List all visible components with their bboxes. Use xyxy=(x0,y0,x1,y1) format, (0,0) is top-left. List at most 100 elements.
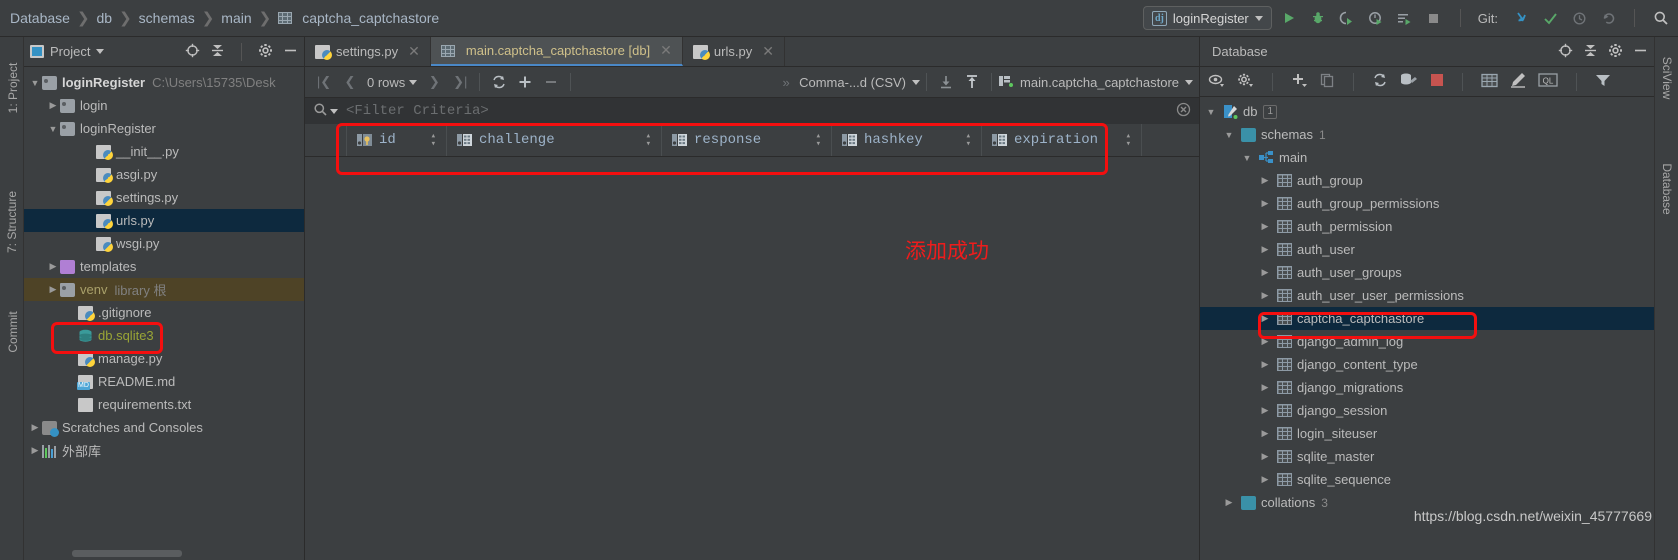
sort-toggle-icon[interactable]: ▴ ▾ xyxy=(646,132,651,149)
chevron-right-icon[interactable]: ▶ xyxy=(28,422,42,433)
overflow-icon[interactable]: » xyxy=(773,71,799,93)
debug-icon[interactable] xyxy=(1309,9,1327,27)
first-page-icon[interactable]: |❮ xyxy=(311,71,337,93)
chevron-right-icon[interactable]: ▶ xyxy=(1258,336,1272,347)
last-page-icon[interactable]: ❯| xyxy=(447,71,473,93)
database-tree-item[interactable]: ▶ django_migrations xyxy=(1200,376,1654,399)
data-source-properties-icon[interactable] xyxy=(1400,72,1418,91)
project-tree-item[interactable]: ▶ venv library 根 xyxy=(24,278,304,301)
database-tree-item[interactable]: ▼ db 1 xyxy=(1200,100,1654,123)
project-tree-item[interactable]: ▶ 外部库 xyxy=(24,439,304,462)
project-tree-item[interactable]: ▼ loginRegister xyxy=(24,117,304,140)
chevron-down-icon[interactable]: ▼ xyxy=(1204,107,1218,117)
stop-icon[interactable] xyxy=(1430,73,1444,90)
project-tree-item[interactable]: wsgi.py xyxy=(24,232,304,255)
chevron-right-icon[interactable]: ▶ xyxy=(1258,244,1272,255)
git-rollback-icon[interactable] xyxy=(1599,9,1617,27)
git-history-icon[interactable] xyxy=(1570,9,1588,27)
project-tree-item[interactable]: ▶ templates xyxy=(24,255,304,278)
chevron-down-icon[interactable]: ▼ xyxy=(1240,153,1254,163)
reload-icon[interactable] xyxy=(486,71,512,93)
database-tree-item[interactable]: ▶ auth_permission xyxy=(1200,215,1654,238)
project-tree-item[interactable]: asgi.py xyxy=(24,163,304,186)
chevron-right-icon[interactable]: ▶ xyxy=(1222,497,1236,508)
run-configuration-selector[interactable]: dj loginRegister xyxy=(1142,6,1272,30)
copy-icon[interactable] xyxy=(1320,73,1335,91)
hide-icon[interactable] xyxy=(283,43,298,61)
breadcrumb-item-main[interactable]: main xyxy=(221,10,251,26)
project-tree-item[interactable]: db.sqlite3 xyxy=(24,324,304,347)
tool-button-commit[interactable]: Commit xyxy=(6,297,20,367)
stop-icon[interactable] xyxy=(1425,9,1443,27)
chevron-right-icon[interactable]: ▶ xyxy=(1258,221,1272,232)
locate-icon[interactable] xyxy=(185,43,200,61)
database-tree-item[interactable]: ▶ django_session xyxy=(1200,399,1654,422)
database-tree-item[interactable]: ▶ login_siteuser xyxy=(1200,422,1654,445)
sort-toggle-icon[interactable]: ▴ ▾ xyxy=(431,132,436,149)
breadcrumb-item-db[interactable]: db xyxy=(97,10,113,26)
project-tree-item[interactable]: requirements.txt xyxy=(24,393,304,416)
project-tree-item[interactable]: ▶ login xyxy=(24,94,304,117)
database-tree[interactable]: ▼ db 1 ▼ schemas 1 ▼ main ▶ auth_group ▶ auth_group… xyxy=(1200,97,1654,559)
chevron-down-icon[interactable] xyxy=(330,108,338,114)
close-icon[interactable]: ✕ xyxy=(408,43,420,60)
modify-icon[interactable] xyxy=(1510,72,1526,91)
chevron-right-icon[interactable]: ▶ xyxy=(28,445,42,456)
project-tree-item[interactable]: manage.py xyxy=(24,347,304,370)
chevron-down-icon[interactable]: ▼ xyxy=(28,78,42,88)
run-with-console-icon[interactable] xyxy=(1396,9,1414,27)
delete-row-icon[interactable] xyxy=(538,71,564,93)
chevron-down-icon[interactable] xyxy=(96,49,105,54)
run-icon[interactable] xyxy=(1280,9,1298,27)
project-tree-item[interactable]: README.md xyxy=(24,370,304,393)
filter-icon[interactable] xyxy=(1595,73,1611,91)
grid-column-header-cell[interactable]: id ▴ ▾ xyxy=(347,124,447,156)
tool-button-sciview[interactable]: SciView xyxy=(1660,38,1674,118)
database-tree-item[interactable]: ▼ main xyxy=(1200,146,1654,169)
tool-button-database[interactable]: Database xyxy=(1660,149,1674,229)
chevron-right-icon[interactable]: ▶ xyxy=(1258,290,1272,301)
project-tree-item[interactable]: __init__.py xyxy=(24,140,304,163)
grid-column-header-cell[interactable]: expiration ▴ ▾ xyxy=(982,124,1142,156)
gear-icon[interactable] xyxy=(258,43,273,61)
database-tree-item[interactable]: ▼ schemas 1 xyxy=(1200,123,1654,146)
chevron-right-icon[interactable]: ▶ xyxy=(1258,474,1272,485)
query-console-icon[interactable]: QL xyxy=(1538,72,1558,91)
import-icon[interactable] xyxy=(933,71,959,93)
project-tree-item[interactable]: .gitignore xyxy=(24,301,304,324)
row-count-label[interactable]: 0 rows xyxy=(363,75,421,90)
close-icon[interactable] xyxy=(1176,102,1191,120)
editor-tab[interactable]: main.captcha_captchastore [db] ✕ xyxy=(430,37,683,66)
database-tree-item[interactable]: ▶ auth_user xyxy=(1200,238,1654,261)
close-icon[interactable]: ✕ xyxy=(762,43,774,60)
locate-icon[interactable] xyxy=(1558,43,1573,61)
chevron-right-icon[interactable]: ▶ xyxy=(1258,382,1272,393)
schema-selector[interactable]: main.captcha_captchastore xyxy=(998,74,1193,91)
tool-button-project[interactable]: 1: Project xyxy=(6,53,20,123)
chevron-right-icon[interactable]: ▶ xyxy=(1258,175,1272,186)
horizontal-scrollbar[interactable] xyxy=(72,550,182,557)
chevron-down-icon[interactable]: ▼ xyxy=(46,124,60,134)
sort-toggle-icon[interactable]: ▴ ▾ xyxy=(816,132,821,149)
chevron-right-icon[interactable]: ▶ xyxy=(1258,313,1272,324)
settings-icon[interactable] xyxy=(1237,73,1254,91)
chevron-right-icon[interactable]: ▶ xyxy=(46,100,60,111)
chevron-right-icon[interactable]: ▶ xyxy=(46,284,60,295)
database-tree-item[interactable]: ▶ sqlite_sequence xyxy=(1200,468,1654,491)
database-tree-item[interactable]: ▶ auth_group xyxy=(1200,169,1654,192)
project-tree-item[interactable]: settings.py xyxy=(24,186,304,209)
project-tree[interactable]: ▼ loginRegister C:\Users\15735\Desk ▶ login ▼… xyxy=(24,67,304,560)
sort-toggle-icon[interactable]: ▴ ▾ xyxy=(966,132,971,149)
database-tree-item[interactable]: ▶ auth_user_groups xyxy=(1200,261,1654,284)
git-commit-icon[interactable] xyxy=(1541,9,1559,27)
database-tree-item[interactable]: ▶ django_admin_log xyxy=(1200,330,1654,353)
export-icon[interactable] xyxy=(959,71,985,93)
filter-bar[interactable]: <Filter Criteria> xyxy=(305,98,1199,124)
grid-column-header-cell[interactable]: response ▴ ▾ xyxy=(662,124,832,156)
collapse-all-icon[interactable] xyxy=(1583,43,1598,61)
breadcrumb[interactable]: Database ❯ db ❯ schemas ❯ main ❯ captcha… xyxy=(0,9,439,27)
chevron-right-icon[interactable]: ▶ xyxy=(1258,198,1272,209)
editor-tab[interactable]: urls.py ✕ xyxy=(683,37,785,66)
database-tree-item[interactable]: ▶ captcha_captchastore xyxy=(1200,307,1654,330)
view-options-icon[interactable] xyxy=(1208,73,1225,91)
